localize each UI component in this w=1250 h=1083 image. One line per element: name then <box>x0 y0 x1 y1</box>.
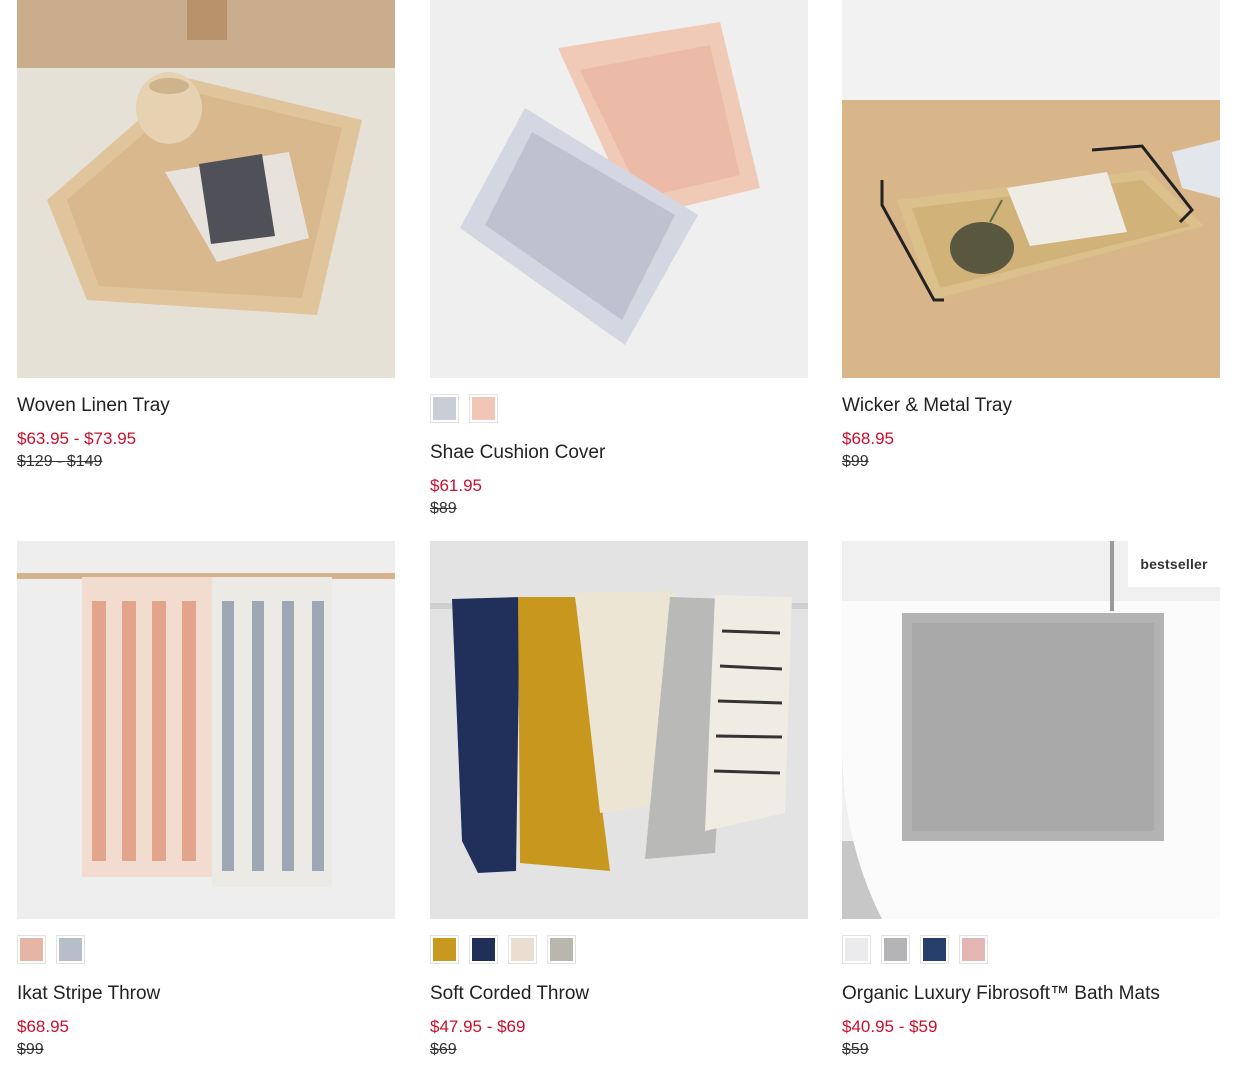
swatch[interactable] <box>56 935 85 964</box>
color-swatches <box>430 935 808 966</box>
swatch[interactable] <box>430 935 459 964</box>
sale-price: $68.95 <box>17 1017 69 1036</box>
product-name[interactable]: Soft Corded Throw <box>430 983 808 1005</box>
product-image[interactable] <box>17 541 395 919</box>
sale-price: $47.95 - $69 <box>430 1017 526 1036</box>
product-card: Wicker & Metal Tray $68.95 $99 <box>842 0 1220 472</box>
original-price: $99 <box>17 1041 44 1058</box>
bestseller-badge: bestseller <box>1128 541 1220 587</box>
swatch[interactable] <box>469 935 498 964</box>
sale-price: $63.95 - $73.95 <box>17 429 137 448</box>
product-name[interactable]: Ikat Stripe Throw <box>17 983 395 1005</box>
product-card: Ikat Stripe Throw $68.95 $99 <box>17 541 395 1060</box>
product-card: Shae Cushion Cover $61.95 $89 <box>430 0 808 519</box>
swatch[interactable] <box>469 394 498 423</box>
product-name[interactable]: Organic Luxury Fibrosoft™ Bath Mats <box>842 983 1220 1005</box>
product-name[interactable]: Woven Linen Tray <box>17 395 395 417</box>
sale-price: $68.95 <box>842 429 894 448</box>
product-image[interactable] <box>430 541 808 919</box>
original-price: $69 <box>430 1041 457 1058</box>
swatch[interactable] <box>508 935 537 964</box>
swatch[interactable] <box>842 935 871 964</box>
product-image[interactable] <box>430 0 808 378</box>
sale-price: $61.95 <box>430 476 482 495</box>
original-price: $89 <box>430 500 457 517</box>
product-image[interactable] <box>17 0 395 378</box>
product-name[interactable]: Shae Cushion Cover <box>430 442 808 464</box>
product-image[interactable] <box>842 0 1220 378</box>
color-swatches <box>430 394 808 425</box>
product-card: bestseller Organic Luxury Fibrosoft™ Bat… <box>842 541 1220 1060</box>
product-card: Woven Linen Tray $63.95 - $73.95 $129 - … <box>17 0 395 472</box>
swatch[interactable] <box>881 935 910 964</box>
swatch[interactable] <box>17 935 46 964</box>
swatch[interactable] <box>959 935 988 964</box>
product-card: Soft Corded Throw $47.95 - $69 $69 <box>430 541 808 1060</box>
product-name[interactable]: Wicker & Metal Tray <box>842 395 1220 417</box>
swatch[interactable] <box>430 394 459 423</box>
original-price: $59 <box>842 1041 869 1058</box>
original-price: $99 <box>842 453 869 470</box>
color-swatches <box>842 935 1220 966</box>
swatch[interactable] <box>920 935 949 964</box>
sale-price: $40.95 - $59 <box>842 1017 938 1036</box>
original-price: $129 - $149 <box>17 453 103 470</box>
color-swatches <box>17 935 395 966</box>
swatch[interactable] <box>547 935 576 964</box>
product-image[interactable]: bestseller <box>842 541 1220 919</box>
